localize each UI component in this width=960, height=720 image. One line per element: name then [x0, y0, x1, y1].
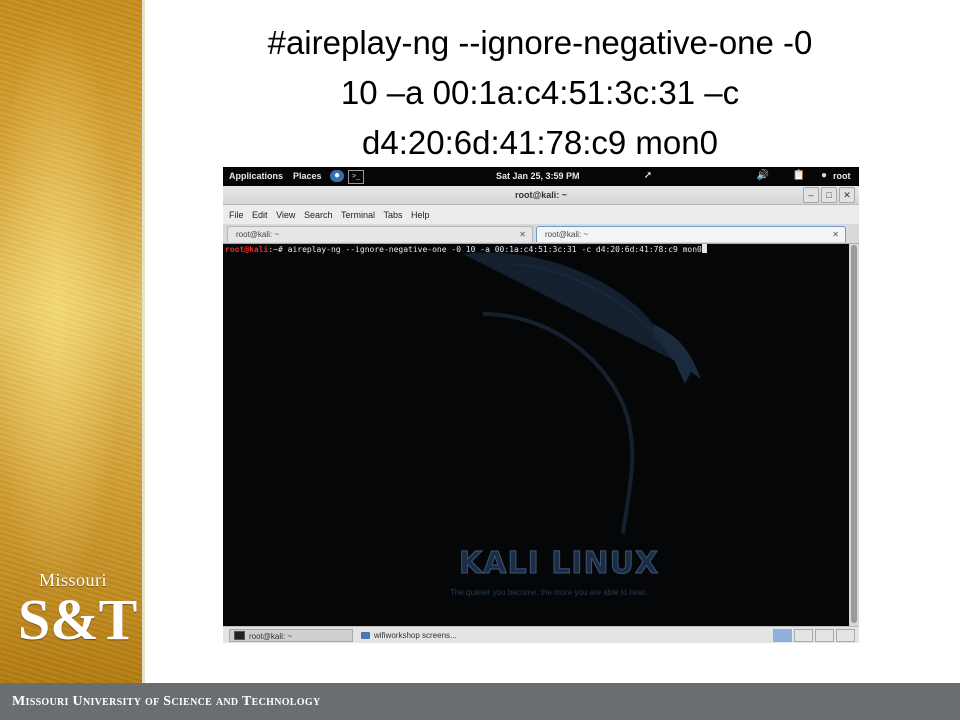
terminal-menubar: File Edit View Search Terminal Tabs Help [223, 205, 859, 224]
tab-terminal-1[interactable]: root@kali: ~ ✕ [227, 226, 533, 242]
maximize-button[interactable]: □ [821, 187, 837, 203]
menu-tabs[interactable]: Tabs [384, 210, 403, 220]
terminal-launcher-icon[interactable]: >_ [348, 170, 364, 184]
close-button[interactable]: ✕ [839, 187, 855, 203]
taskbar-item-label: wifiworkshop screens... [374, 631, 457, 640]
user-menu[interactable]: root [833, 171, 851, 181]
clipboard-icon[interactable]: 📋 [792, 170, 806, 182]
tab-close-icon[interactable]: ✕ [832, 227, 839, 243]
university-logo: Missouri S&T [18, 570, 138, 652]
terminal-output[interactable]: root@kali:~# aireplay-ng --ignore-negati… [223, 244, 849, 626]
command-line: root@kali:~# aireplay-ng --ignore-negati… [225, 244, 707, 255]
prompt-path: :~# [268, 245, 288, 254]
menu-edit[interactable]: Edit [252, 210, 268, 220]
iceweasel-icon[interactable]: ● [330, 170, 344, 182]
menu-terminal[interactable]: Terminal [341, 210, 375, 220]
sidebar-divider [142, 0, 145, 683]
user-icon[interactable]: ● [817, 170, 831, 182]
taskbar-item-terminal[interactable]: root@kali: ~ [229, 629, 353, 642]
window-titlebar[interactable]: root@kali: ~ – □ ✕ [223, 186, 859, 205]
terminal-tabbar: root@kali: ~ ✕ root@kali: ~ ✕ [223, 224, 859, 244]
kali-screenshot: Applications Places ● >_ Sat Jan 25, 3:5… [223, 167, 859, 643]
workspace-switcher-4[interactable] [836, 629, 855, 642]
minimize-button[interactable]: – [803, 187, 819, 203]
text-cursor [701, 244, 707, 253]
tab-label: root@kali: ~ [236, 230, 280, 239]
tab-close-icon[interactable]: ✕ [519, 227, 526, 243]
menu-help[interactable]: Help [411, 210, 430, 220]
window-title: root@kali: ~ [514, 190, 568, 200]
command-text: aireplay-ng --ignore-negative-one -0 10 … [287, 245, 702, 254]
taskbar-item-folder[interactable]: wifiworkshop screens... [357, 629, 517, 642]
menu-search[interactable]: Search [304, 210, 333, 220]
kali-wallpaper-logo: KALI LINUX [458, 546, 660, 582]
title-line: d4:20:6d:41:78:c9 mon0 [362, 124, 718, 161]
title-line: 10 –a 00:1a:c4:51:3c:31 –c [340, 74, 740, 111]
workspace-switcher-3[interactable] [815, 629, 834, 642]
workspace-switcher-2[interactable] [794, 629, 813, 642]
tab-label: root@kali: ~ [545, 230, 589, 239]
scrollbar-thumb[interactable] [851, 245, 857, 623]
clock[interactable]: Sat Jan 25, 3:59 PM [496, 171, 580, 181]
tab-terminal-2[interactable]: root@kali: ~ ✕ [536, 226, 846, 242]
mouse-pointer-icon: ➚ [643, 170, 653, 181]
menu-view[interactable]: View [276, 210, 295, 220]
places-menu[interactable]: Places [293, 171, 322, 181]
window-controls: – □ ✕ [803, 187, 855, 203]
kali-wallpaper-tagline: The quieter you become, the more you are… [450, 588, 648, 597]
footer-university-name: Missouri University of Science and Techn… [12, 694, 321, 709]
title-line: #aireplay-ng --ignore-negative-one -0 [267, 24, 813, 61]
prompt-user: root@kali [225, 245, 269, 254]
taskbar-item-label: root@kali: ~ [249, 632, 293, 641]
terminal-icon [234, 631, 245, 640]
slide-title: #aireplay-ng --ignore-negative-one -0 10… [175, 18, 905, 168]
footer-bar: Missouri University of Science and Techn… [0, 683, 960, 720]
folder-icon [361, 632, 370, 639]
kali-dragon-icon [463, 252, 701, 535]
terminal-scrollbar[interactable] [849, 244, 859, 626]
menu-file[interactable]: File [229, 210, 244, 220]
applications-menu[interactable]: Applications [229, 171, 283, 181]
workspace-switcher-1[interactable] [773, 629, 792, 642]
volume-icon[interactable]: 🔊 [756, 170, 770, 182]
gnome-top-panel: Applications Places ● >_ Sat Jan 25, 3:5… [223, 167, 859, 186]
bottom-taskbar: root@kali: ~ wifiworkshop screens... [223, 626, 859, 643]
logo-st-mark: S&T [18, 587, 138, 652]
